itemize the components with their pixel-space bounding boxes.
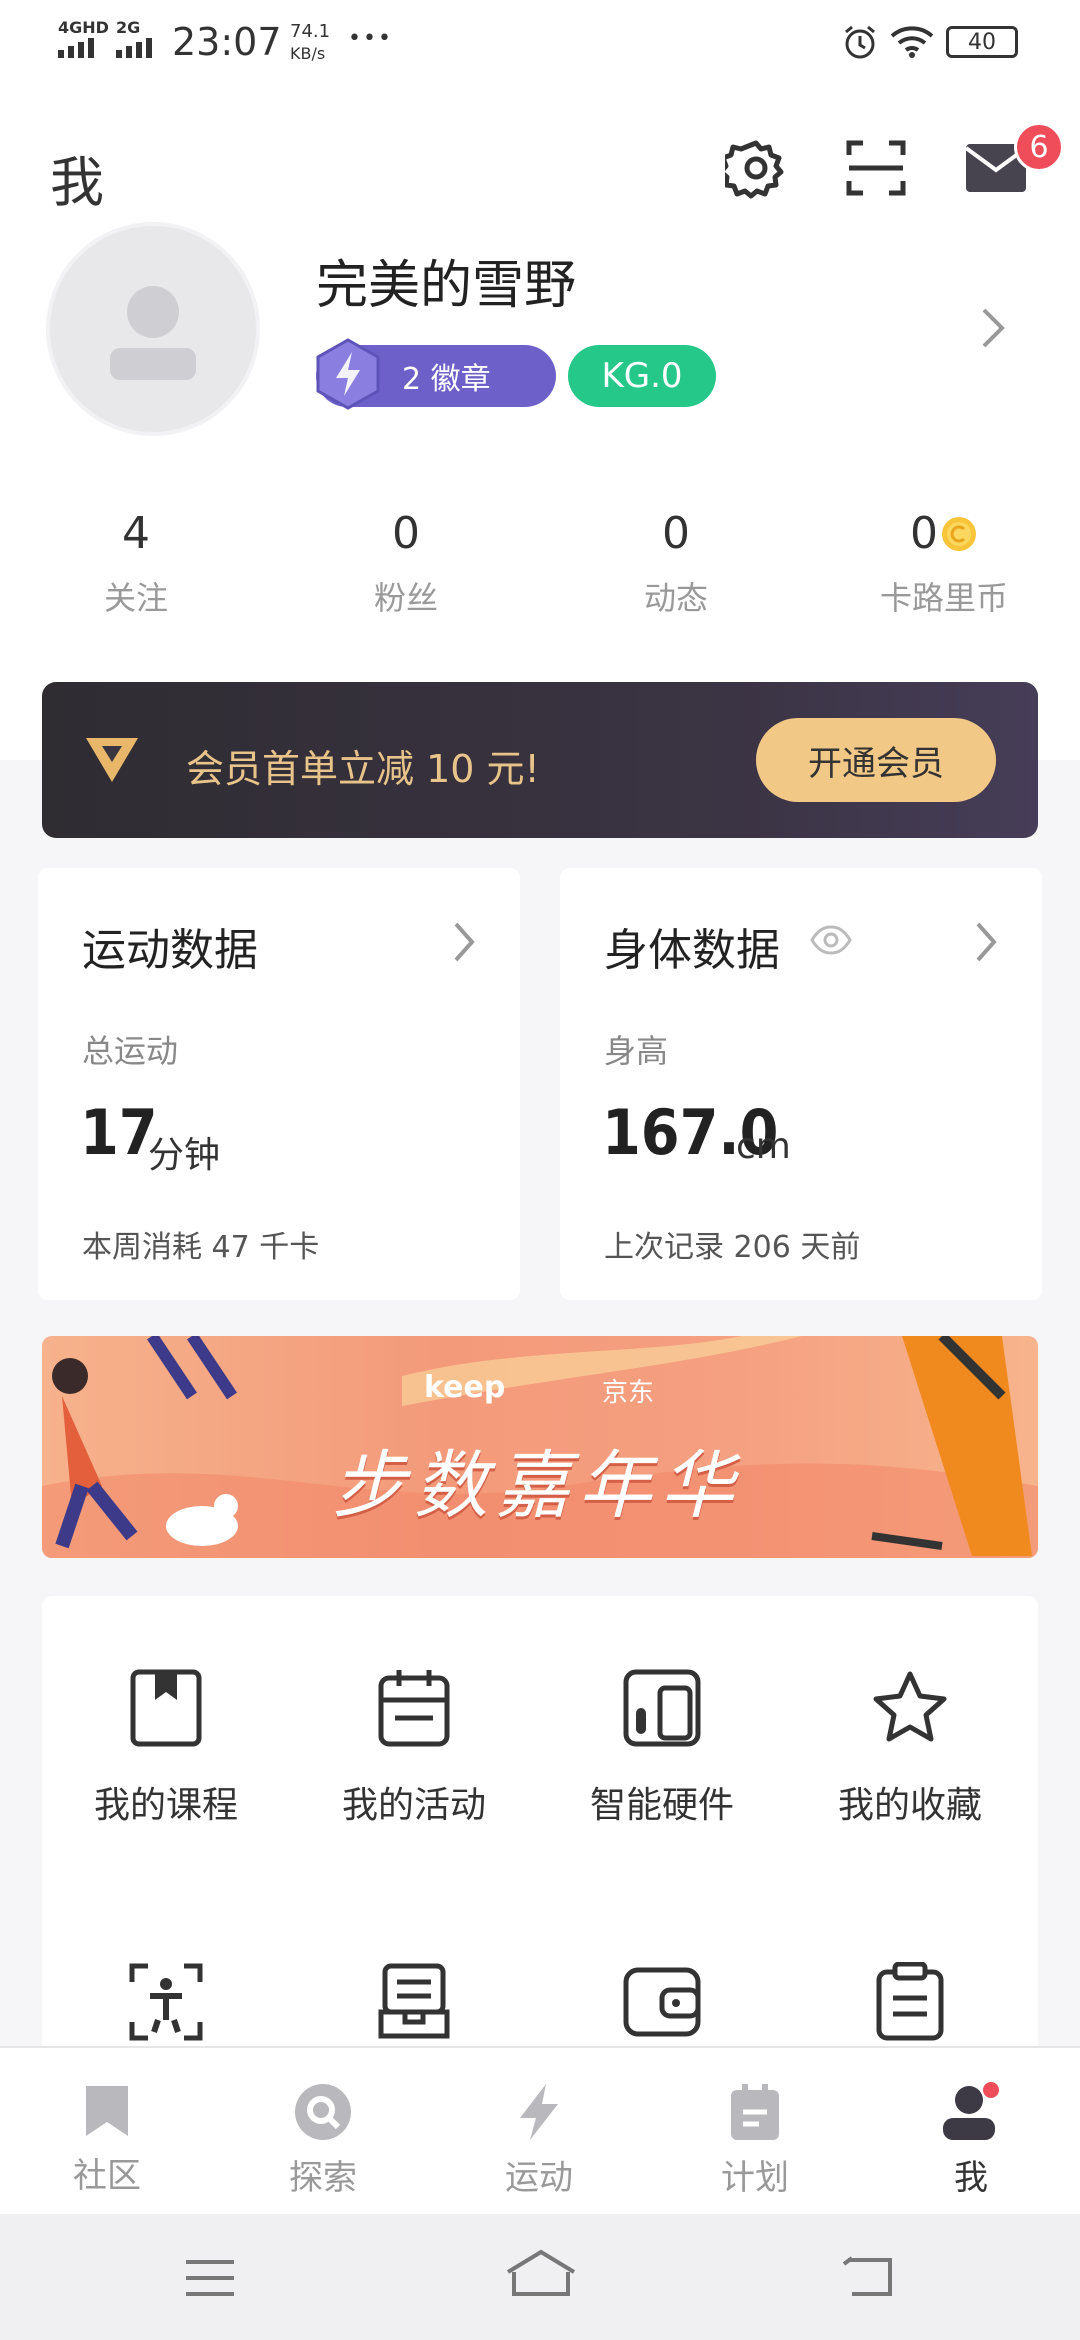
stat-value: 0 [392, 508, 420, 559]
star-icon [873, 1671, 947, 1742]
calendar-icon [378, 1670, 450, 1747]
nav-label: 探索 [289, 2158, 357, 2198]
body-card-sub: 身高 [604, 1032, 669, 1070]
network-type-1: 4GHD [58, 18, 109, 37]
back-icon[interactable] [840, 2254, 896, 2300]
promo-slogan: 步数嘉年华 [332, 1443, 742, 1529]
bookmark-icon [86, 2086, 128, 2136]
alarm-icon [842, 24, 878, 60]
battery-icon: 40 [946, 26, 1018, 58]
exercise-weekly-burn: 本周消耗 47 千卡 [82, 1230, 320, 1265]
vip-promo-text: 会员首单立减 10 元! [186, 747, 540, 791]
stat-value: 0 [910, 508, 938, 559]
bottom-nav: 社区 探索 运动 计划 我 [0, 2046, 1080, 2214]
default-avatar-icon [110, 286, 196, 380]
clipboard-item[interactable] [810, 1962, 1010, 2042]
promo-brand-keep: keep [424, 1370, 506, 1405]
home-icon[interactable] [504, 2248, 578, 2298]
avatar[interactable] [46, 222, 260, 436]
height-unit: cm [736, 1126, 791, 1167]
scan-button[interactable] [836, 128, 916, 208]
open-vip-button[interactable]: 开通会员 [756, 718, 996, 802]
body-chevron-icon [974, 920, 1000, 964]
settings-button[interactable] [716, 128, 796, 208]
diamond-icon [82, 732, 142, 786]
nav-exercise[interactable]: 运动 [464, 2082, 614, 2199]
mail-unread-badge: 6 [1014, 122, 1064, 172]
net-speed-unit: KB/s [290, 44, 326, 63]
kg-level-pill[interactable]: KG.0 [568, 345, 716, 407]
coin-icon [942, 516, 976, 551]
inbox-icon [378, 1963, 450, 2039]
status-bar: 4GHD 2G 23:07 74.1 KB/s ••• 40 [0, 0, 1080, 84]
scan-icon [846, 140, 906, 196]
nav-label: 运动 [505, 2158, 573, 2198]
stat-followers[interactable]: 0 粉丝 [316, 508, 496, 619]
stat-label: 动态 [643, 579, 708, 617]
wallet-item[interactable] [562, 1962, 762, 2042]
gear-icon [725, 140, 784, 199]
net-speed-value: 74.1 [290, 21, 331, 42]
nav-plan[interactable]: 计划 [680, 2082, 830, 2199]
nav-me[interactable]: 我 [896, 2082, 1046, 2199]
grid-label: 智能硬件 [589, 1785, 734, 1826]
system-nav-bar [0, 2214, 1080, 2340]
clock: 23:07 [172, 20, 282, 64]
menu-icon[interactable] [182, 2256, 238, 2300]
clipboard-icon [876, 1962, 944, 2041]
body-scan-icon [129, 1963, 203, 2041]
exercise-card-title: 运动数据 [82, 925, 258, 976]
stat-value: 0 [662, 508, 690, 559]
page-title: 我 [50, 151, 104, 214]
nav-label: 社区 [73, 2156, 141, 2196]
last-record: 上次记录 206 天前 [604, 1230, 861, 1265]
devices-icon [623, 1669, 701, 1747]
signal-icon-2 [116, 36, 162, 58]
signal-icon [58, 36, 104, 58]
stat-label: 卡路里币 [879, 579, 1008, 617]
stat-posts[interactable]: 0 动态 [586, 508, 766, 619]
my-activities-item[interactable]: 我的活动 [314, 1668, 514, 1828]
my-favorites-item[interactable]: 我的收藏 [810, 1668, 1010, 1828]
stat-value: 4 [122, 508, 150, 559]
exercise-chevron-icon [452, 920, 478, 964]
nav-community[interactable]: 社区 [32, 2082, 182, 2197]
exercise-card-sub: 总运动 [82, 1032, 179, 1070]
lightning-badge-icon [316, 338, 380, 410]
my-courses-item[interactable]: 我的课程 [66, 1668, 266, 1828]
user-icon [943, 2082, 999, 2140]
nav-explore[interactable]: 探索 [248, 2082, 398, 2199]
smart-hardware-item[interactable]: 智能硬件 [562, 1668, 762, 1828]
search-icon [295, 2084, 351, 2140]
exercise-total-value: 17 [80, 1096, 158, 1169]
bookmark-book-icon [130, 1669, 202, 1747]
badges-label: 2 徽章 [402, 362, 491, 397]
eye-icon[interactable] [810, 924, 852, 956]
body-scan-item[interactable] [66, 1962, 266, 2042]
wifi-icon [890, 24, 934, 58]
stat-label: 粉丝 [373, 579, 438, 617]
promo-banner[interactable]: keep 京东 步数嘉年华 [42, 1336, 1038, 1558]
body-card-title: 身体数据 [604, 925, 780, 976]
more-dots: ••• [348, 26, 393, 51]
user-name[interactable]: 完美的雪野 [316, 243, 576, 318]
nav-label: 计划 [721, 2158, 789, 2198]
network-type-2: 2G [116, 18, 141, 37]
inbox-item[interactable] [314, 1962, 514, 2042]
grid-label: 我的活动 [341, 1785, 486, 1826]
promo-brand-jd: 京东 [602, 1378, 655, 1408]
lightning-icon [520, 2084, 558, 2140]
stat-label: 关注 [103, 579, 168, 617]
grid-label: 我的课程 [93, 1785, 238, 1826]
battery-level: 40 [968, 29, 996, 55]
profile-chevron-icon[interactable] [980, 306, 1008, 350]
stat-calorie-coins[interactable]: 0 卡路里币 [854, 508, 1034, 619]
plan-icon [731, 2084, 779, 2140]
badges-pill[interactable]: 2 徽章 [316, 338, 556, 410]
nav-label: 我 [954, 2158, 988, 2198]
stat-following[interactable]: 4 关注 [46, 508, 226, 619]
wallet-icon [623, 1967, 701, 2037]
grid-label: 我的收藏 [837, 1785, 982, 1826]
exercise-total-unit: 分钟 [148, 1135, 221, 1176]
